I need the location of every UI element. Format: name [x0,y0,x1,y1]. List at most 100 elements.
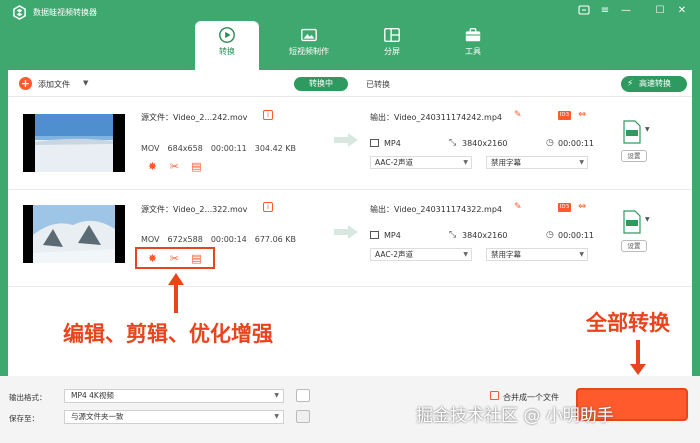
cut-icon[interactable]: ✂ [168,160,181,173]
lightning-icon: ⚡ [627,79,634,89]
source-file-name: 源文件：Video_2...322.mov [141,205,248,214]
chevron-down-icon: ▼ [463,251,468,258]
annotation-arrow-up [168,273,184,313]
id3-badge[interactable]: ID3 [558,203,571,212]
save-to-label: 保存至： [9,414,39,423]
output-format-value: MP4 4K视频 [71,391,114,400]
toolbar: + 添加文件 ▼ 转换中 已转换 ⚡ 高速转换 [8,70,692,97]
app-logo-icon [13,5,26,20]
add-files-button[interactable]: 添加文件 [38,79,70,90]
source-duration: 00:00:11 [210,144,247,153]
merge-checkbox[interactable] [490,391,499,400]
source-meta: MOV 684x658 00:00:11 304.42 KB [141,144,304,153]
save-to-value: 与源文件夹一致 [71,412,124,421]
mp4-format-icon[interactable] [622,210,642,234]
output-duration: 00:00:11 [558,231,594,240]
app-window: 数据蛙视频转换器 ≡ — ☐ ✕ 转换 短视频制作 分屏 工具 + 添加文件 ▼… [0,0,700,443]
tab-tools-label: 工具 [465,47,481,56]
video-format-icon [370,139,379,147]
folder-icon[interactable] [296,410,310,423]
fast-convert-label: 高速转换 [639,79,671,88]
maximize-button[interactable]: ☐ [652,3,668,19]
file-row-1: 源文件：Video_2...242.mov i MOV 684x658 00:00:… [8,98,692,190]
format-dropdown-icon[interactable]: ▼ [645,126,650,133]
tab-split-screen-label: 分屏 [384,47,400,56]
add-files-dropdown-icon[interactable]: ▼ [83,79,88,87]
clock-icon: ◷ [546,138,554,148]
output-format: MP4 [384,139,401,148]
convert-all-annotation: 全部转换 [586,311,670,335]
add-file-plus-icon[interactable]: + [19,77,32,90]
rename-pencil-icon[interactable]: ✎ [514,110,522,120]
resolution-icon: ⤡ [449,138,457,148]
close-button[interactable]: ✕ [674,3,690,19]
minimize-button[interactable]: — [618,3,634,19]
format-settings-icon[interactable] [296,389,310,402]
hamburger-menu-icon[interactable]: ≡ [597,3,613,19]
split-screen-tab-icon [384,28,400,42]
video-thumbnail-2[interactable] [23,205,125,263]
chevron-down-icon: ▼ [463,159,468,166]
subtitle-dropdown[interactable]: 禁用字幕 ▼ [486,156,588,169]
chevron-down-icon: ▼ [274,392,279,399]
app-title: 数据蛙视频转换器 [33,8,97,17]
tab-convert-label: 转换 [219,47,235,56]
main-panel: + 添加文件 ▼ 转换中 已转换 ⚡ 高速转换 源文件：Video_2...24… [8,70,692,376]
title-bar: 数据蛙视频转换器 ≡ — ☐ ✕ 转换 短视频制作 分屏 工具 [0,0,700,70]
audio-track-dropdown[interactable]: AAC-2声道 ▼ [370,248,472,261]
tab-tools[interactable]: 工具 [440,21,506,67]
tab-split-screen[interactable]: 分屏 [359,21,425,67]
output-format-label: 输出格式： [9,393,47,402]
compress-icon[interactable]: ⇔ [578,109,586,120]
convert-tab-icon [219,27,235,43]
settings-button[interactable]: 设置 [621,240,647,252]
source-size: 677.06 KB [254,235,297,244]
tab-convert[interactable]: 转换 [195,21,259,70]
chevron-down-icon: ▼ [274,413,279,420]
edit-tools-annotation: 编辑、剪辑、优化增强 [63,322,273,346]
compress-icon[interactable]: ⇔ [578,201,586,212]
watermark: 掘金技术社区 @ 小明助手 [416,406,614,426]
enhance-icon[interactable]: ✸ [146,160,159,173]
file-row-2: 源文件：Video_2...322.mov i MOV 672x588 00:00:… [8,191,692,287]
source-file-name: 源文件：Video_2...242.mov [141,113,248,122]
tab-converting[interactable]: 转换中 [294,77,348,91]
output-format: MP4 [384,231,401,240]
tab-short-video[interactable]: 短视频制作 [276,21,342,67]
annotation-arrow-down [630,340,646,375]
audio-track-value: AAC-2声道 [375,158,414,167]
source-duration: 00:00:14 [210,235,247,244]
subtitle-value: 禁用字幕 [491,158,521,167]
rename-pencil-icon[interactable]: ✎ [514,202,522,212]
subtitle-dropdown[interactable]: 禁用字幕 ▼ [486,248,588,261]
output-duration: 00:00:11 [558,139,594,148]
mp4-format-icon[interactable] [622,120,642,144]
edit-icon[interactable]: ▤ [190,160,203,173]
tab-converted[interactable]: 已转换 [366,79,390,90]
audio-track-value: AAC-2声道 [375,250,414,259]
chevron-down-icon: ▼ [579,159,584,166]
id3-badge[interactable]: ID3 [558,111,571,120]
output-format-dropdown[interactable]: MP4 4K视频 ▼ [64,389,284,403]
output-resolution: 3840x2160 [462,139,508,148]
save-to-dropdown[interactable]: 与源文件夹一致 ▼ [64,410,284,424]
info-icon[interactable]: i [263,110,273,120]
output-resolution: 3840x2160 [462,231,508,240]
fast-convert-button[interactable]: ⚡ 高速转换 [621,76,687,92]
settings-button[interactable]: 设置 [621,150,647,162]
source-resolution: 684x658 [167,144,203,153]
format-dropdown-icon[interactable]: ▼ [645,216,650,223]
source-resolution: 672x588 [167,235,203,244]
video-thumbnail-1[interactable] [23,114,125,172]
menu-icon[interactable] [576,3,592,19]
clock-icon: ◷ [546,230,554,240]
toolbox-tab-icon [465,28,481,42]
info-icon[interactable]: i [263,202,273,212]
source-meta: MOV 672x588 00:00:14 677.06 KB [141,235,304,244]
source-size: 304.42 KB [254,144,297,153]
tab-short-video-label: 短视频制作 [289,47,329,56]
source-format: MOV [141,144,160,153]
audio-track-dropdown[interactable]: AAC-2声道 ▼ [370,156,472,169]
video-format-icon [370,231,379,239]
chevron-down-icon: ▼ [579,251,584,258]
